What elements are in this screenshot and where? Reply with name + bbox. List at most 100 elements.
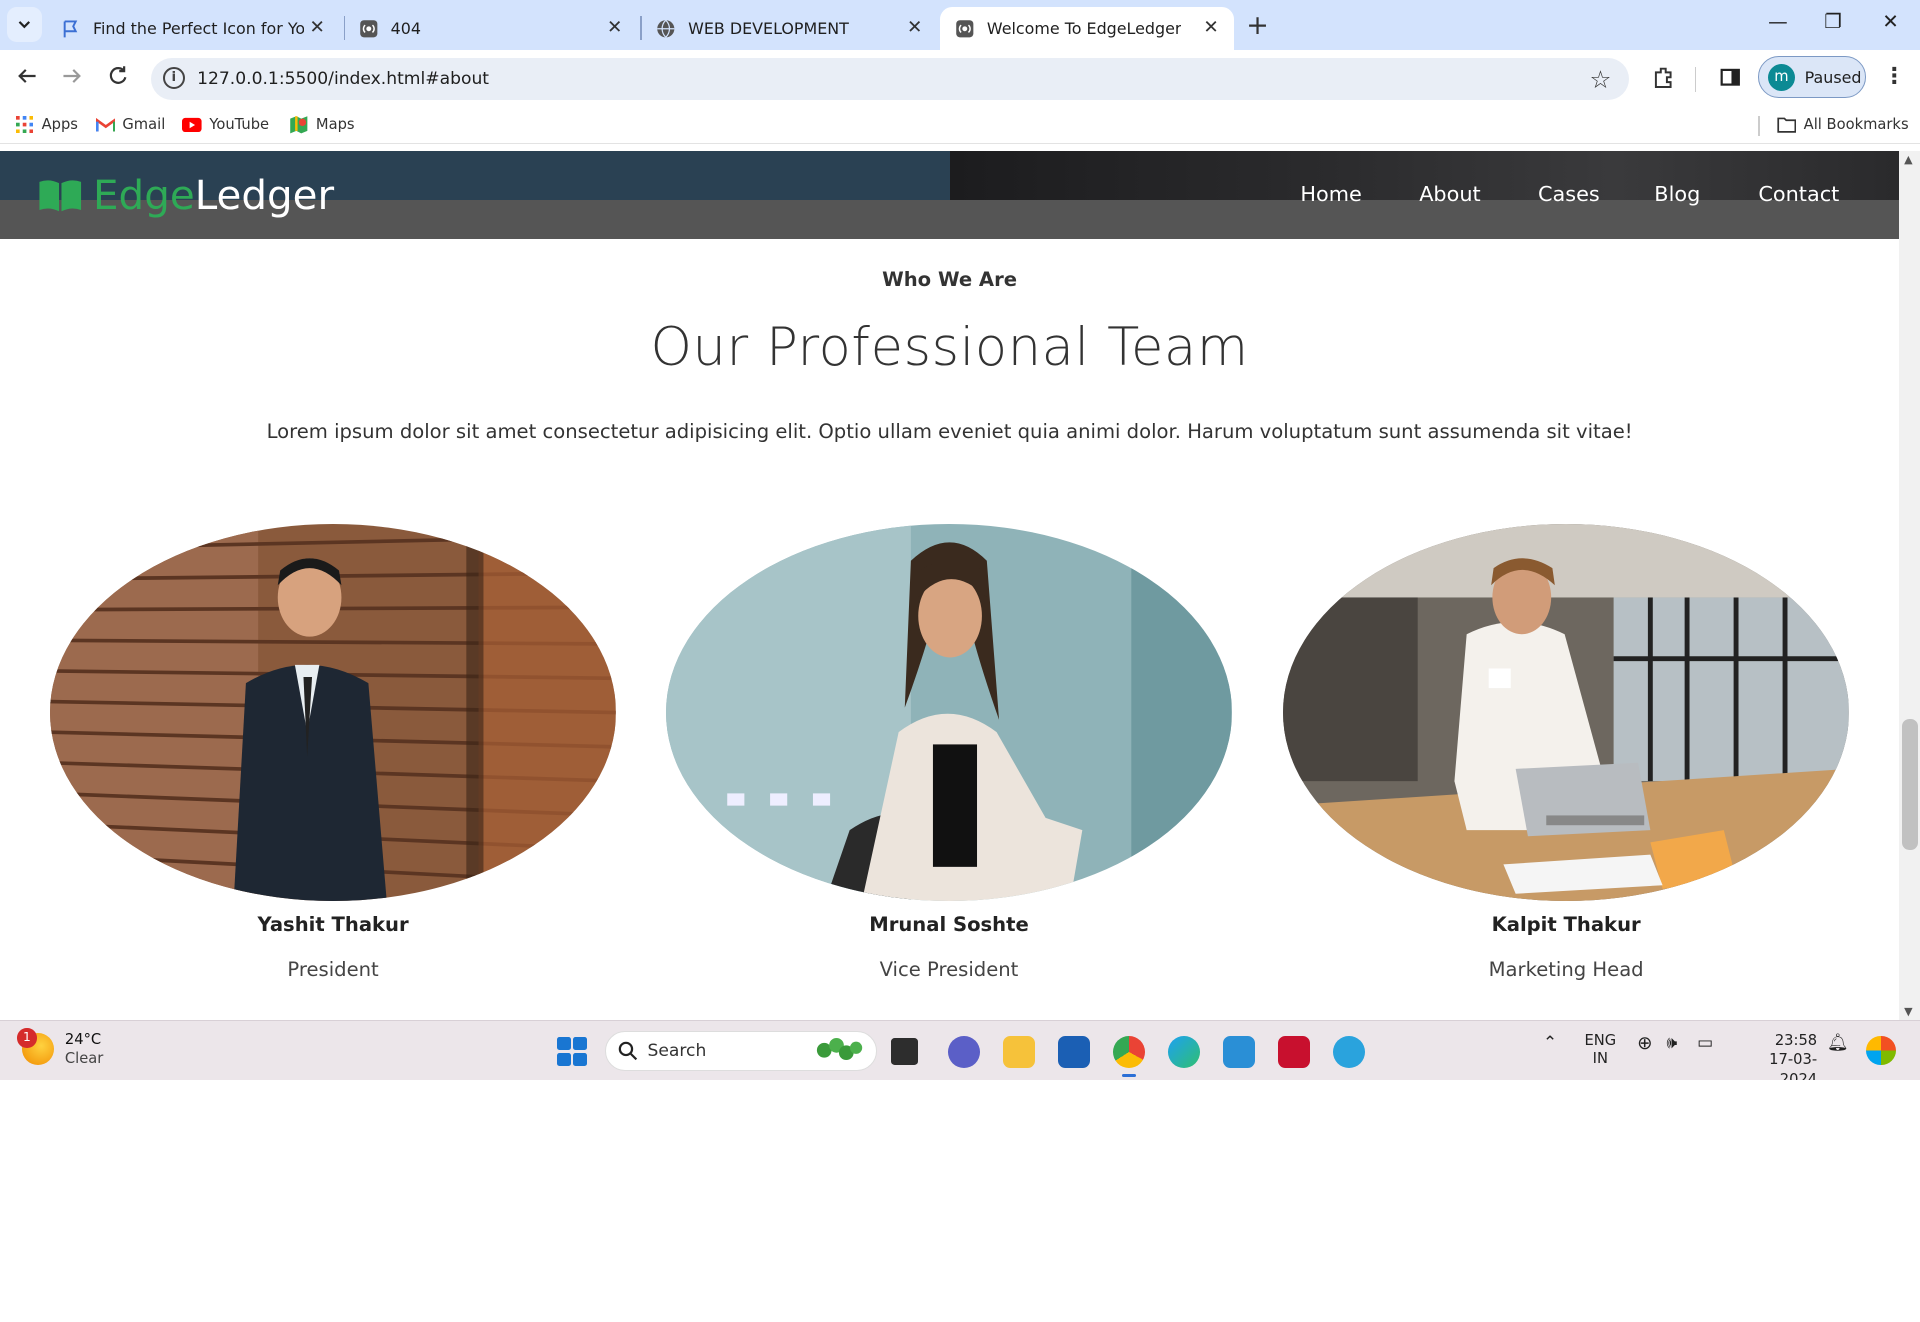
nav-home[interactable]: Home xyxy=(1300,182,1361,206)
start-button[interactable] xyxy=(557,1036,587,1067)
team-member-card: Mrunal Soshte Vice President xyxy=(666,524,1232,981)
nav-contact[interactable]: Contact xyxy=(1758,182,1839,206)
url-text[interactable]: 127.0.0.1:5500/index.html#about xyxy=(197,69,489,89)
shamrock-icon xyxy=(816,1037,863,1060)
bookmarks-bar: Apps Gmail YouTube Maps All Bookmarks xyxy=(0,107,1920,145)
reload-button[interactable] xyxy=(103,65,132,94)
taskbar-search[interactable]: Search xyxy=(604,1030,877,1072)
tab-icon-finder[interactable]: Find the Perfect Icon for Your Pr ✕ xyxy=(47,7,341,50)
volume-icon[interactable]: 🕪 xyxy=(1667,1033,1678,1053)
scrollbar-thumb[interactable] xyxy=(1901,718,1918,850)
address-bar[interactable]: i 127.0.0.1:5500/index.html#about ☆ xyxy=(150,57,1629,101)
close-tab-icon[interactable]: ✕ xyxy=(604,17,626,38)
forward-button[interactable] xyxy=(58,65,87,94)
bookmark-gmail[interactable]: Gmail xyxy=(95,115,165,135)
toolbar-divider xyxy=(1694,67,1696,92)
bookmark-star-icon[interactable]: ☆ xyxy=(1590,65,1612,94)
section-title: Our Professional Team xyxy=(650,317,1249,379)
vscode-icon[interactable] xyxy=(1223,1035,1256,1068)
minimize-button[interactable]: — xyxy=(1760,10,1797,33)
broadcast-icon xyxy=(955,19,975,39)
team-member-role: Marketing Head xyxy=(1488,957,1644,981)
windows-logo-icon xyxy=(557,1052,571,1067)
man-in-suit-photo xyxy=(50,524,616,902)
tab-title: WEB DEVELOPMENT xyxy=(688,19,849,39)
weather-temp: 24°C xyxy=(64,1030,102,1048)
close-tab-icon[interactable]: ✕ xyxy=(904,17,926,38)
copilot-icon[interactable] xyxy=(1866,1035,1896,1066)
mcafee-icon[interactable] xyxy=(1278,1035,1311,1068)
youtube-icon xyxy=(182,115,203,135)
site-info-icon[interactable]: i xyxy=(162,67,185,90)
notification-bell-icon[interactable]: 🔔︎ xyxy=(1827,1033,1849,1053)
folder-icon xyxy=(1777,115,1797,135)
tab-strip: Find the Perfect Icon for Your Pr ✕ 404 … xyxy=(0,0,1920,51)
chrome-icon[interactable] xyxy=(1113,1035,1145,1078)
site-header: Edge Ledger Home About Cases Blog Contact xyxy=(0,150,1900,239)
task-view-icon[interactable] xyxy=(891,1038,919,1066)
team-member-photo xyxy=(666,524,1232,902)
profile-button[interactable]: m Paused xyxy=(1758,56,1867,98)
bookmark-label: Maps xyxy=(315,116,355,134)
tab-title: Find the Perfect Icon for Your Pr xyxy=(93,19,304,39)
search-label: Search xyxy=(647,1040,707,1061)
team-member-role: President xyxy=(287,957,379,981)
extensions-icon[interactable] xyxy=(1649,65,1676,92)
profile-status-label: Paused xyxy=(1804,67,1862,87)
side-panel-icon[interactable] xyxy=(1717,65,1744,92)
flag-icon xyxy=(61,19,81,39)
edge-icon[interactable] xyxy=(1168,1035,1200,1068)
section-lead: Lorem ipsum dolor sit amet consectetur a… xyxy=(266,419,1633,443)
browser-menu-icon[interactable]: ⋮ xyxy=(1883,64,1905,89)
network-globe-icon[interactable]: ⊕ xyxy=(1637,1033,1652,1054)
bookmark-maps[interactable]: Maps xyxy=(289,115,355,135)
tab-404[interactable]: 404 ✕ xyxy=(344,7,638,50)
scroll-down-icon[interactable]: ▼ xyxy=(1904,1005,1912,1018)
microsoft-store-icon[interactable] xyxy=(1057,1035,1090,1068)
close-window-button[interactable]: ✕ xyxy=(1872,10,1909,33)
team-member-name: Yashit Thakur xyxy=(257,913,409,937)
telegram-icon[interactable] xyxy=(1333,1035,1366,1068)
woman-seated-photo xyxy=(666,524,1232,902)
language-indicator[interactable]: ENG IN xyxy=(1585,1032,1617,1069)
nav-blog[interactable]: Blog xyxy=(1654,182,1700,206)
windows-logo-icon xyxy=(557,1036,571,1051)
restore-button[interactable]: ❐ xyxy=(1815,10,1852,33)
team-member-photo xyxy=(1283,524,1849,902)
show-hidden-icons[interactable]: ⌃ xyxy=(1543,1033,1557,1053)
browser-toolbar: i 127.0.0.1:5500/index.html#about ☆ m Pa… xyxy=(0,50,1920,108)
team-member-name: Mrunal Soshte xyxy=(869,913,1029,937)
site-logo[interactable]: Edge Ledger xyxy=(37,171,334,219)
system-clock[interactable]: 23:58 17-03-2024 xyxy=(1736,1031,1817,1080)
globe-icon xyxy=(656,19,676,39)
arrow-right-icon xyxy=(63,69,82,83)
bookmarks-divider xyxy=(1758,116,1760,136)
tab-web-development[interactable]: WEB DEVELOPMENT ✕ xyxy=(642,7,938,50)
clock-time: 23:58 xyxy=(1774,1031,1818,1049)
team-member-card: Kalpit Thakur Marketing Head xyxy=(1283,524,1849,981)
tab-title: 404 xyxy=(390,19,421,39)
teams-chat-icon[interactable] xyxy=(947,1035,980,1068)
nav-about[interactable]: About xyxy=(1419,182,1481,206)
tab-edgeledger[interactable]: Welcome To EdgeLedger ✕ xyxy=(940,7,1235,51)
close-tab-icon[interactable]: ✕ xyxy=(306,17,328,38)
weather-widget[interactable]: 1 24°C Clear xyxy=(17,1028,103,1069)
bookmark-label: YouTube xyxy=(209,116,270,134)
page-viewport: Edge Ledger Home About Cases Blog Contact… xyxy=(0,150,1900,1020)
tab-search-button[interactable] xyxy=(7,7,42,42)
logo-text-ledger: Ledger xyxy=(194,171,335,220)
battery-icon[interactable]: ▭ xyxy=(1697,1033,1713,1053)
new-tab-button[interactable]: + xyxy=(1244,10,1271,41)
scroll-up-icon[interactable]: ▲ xyxy=(1904,153,1912,166)
team-member-role: Vice President xyxy=(879,957,1019,981)
nav-cases[interactable]: Cases xyxy=(1538,182,1600,206)
bookmark-apps[interactable]: Apps xyxy=(15,115,78,135)
bookmark-youtube[interactable]: YouTube xyxy=(182,115,269,135)
page-scrollbar[interactable]: ▲ ▼ xyxy=(1899,150,1920,1020)
file-explorer-icon[interactable] xyxy=(1002,1035,1035,1068)
all-bookmarks[interactable]: All Bookmarks xyxy=(1777,115,1909,135)
arrow-left-icon xyxy=(18,69,36,83)
back-button[interactable] xyxy=(12,65,41,94)
close-tab-icon[interactable]: ✕ xyxy=(1200,17,1222,38)
man-with-laptop-photo xyxy=(1283,524,1849,902)
